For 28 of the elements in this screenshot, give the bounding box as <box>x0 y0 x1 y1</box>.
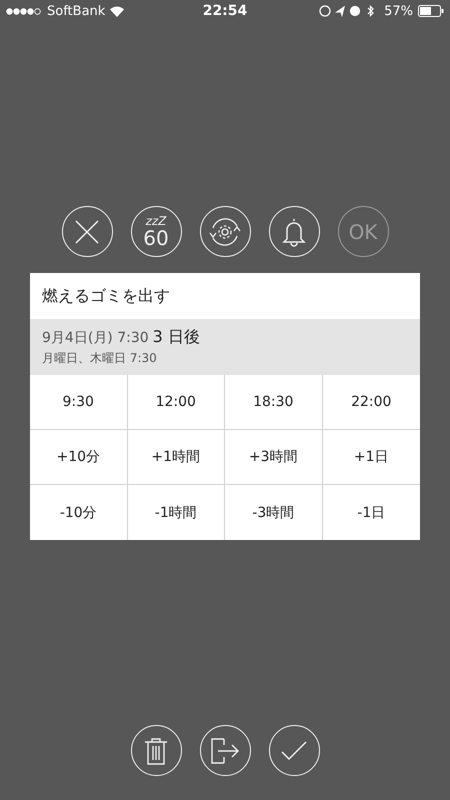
delete-button[interactable] <box>130 725 182 776</box>
reminder-title: 燃えるゴミを出す <box>42 286 170 306</box>
close-button[interactable] <box>62 206 112 257</box>
time-option-button[interactable]: 9:30 <box>30 375 128 430</box>
clock-time: 22:54 <box>202 3 248 19</box>
carrier-name: SoftBank <box>47 4 106 18</box>
battery-icon <box>418 5 444 17</box>
done-button[interactable] <box>268 725 320 776</box>
repeat-settings-button[interactable] <box>200 206 250 257</box>
exit-arrow-icon <box>210 736 240 764</box>
signal-icon <box>6 8 42 14</box>
alarm-button[interactable] <box>268 206 320 257</box>
checkmark-icon <box>281 740 307 760</box>
trash-icon <box>144 736 168 764</box>
time-option-button[interactable]: 12:00 <box>128 375 225 430</box>
repeat-schedule: 月曜日、木曜日 7:30 <box>42 350 158 367</box>
battery-percent: 57% <box>384 4 413 18</box>
time-option-button[interactable]: +1時間 <box>128 430 225 485</box>
time-option-button[interactable]: +10分 <box>30 430 128 485</box>
wifi-icon <box>110 6 124 16</box>
time-option-button[interactable]: 18:30 <box>225 375 322 430</box>
due-date: 9月4日(月) 7:30 <box>42 329 149 347</box>
bell-icon <box>281 216 307 246</box>
time-option-button[interactable]: +3時間 <box>225 430 322 485</box>
close-icon <box>74 218 100 244</box>
relative-days: 3 日後 <box>152 327 200 348</box>
export-button[interactable] <box>200 725 250 776</box>
snooze-button[interactable]: zzZ 60 <box>130 206 182 257</box>
